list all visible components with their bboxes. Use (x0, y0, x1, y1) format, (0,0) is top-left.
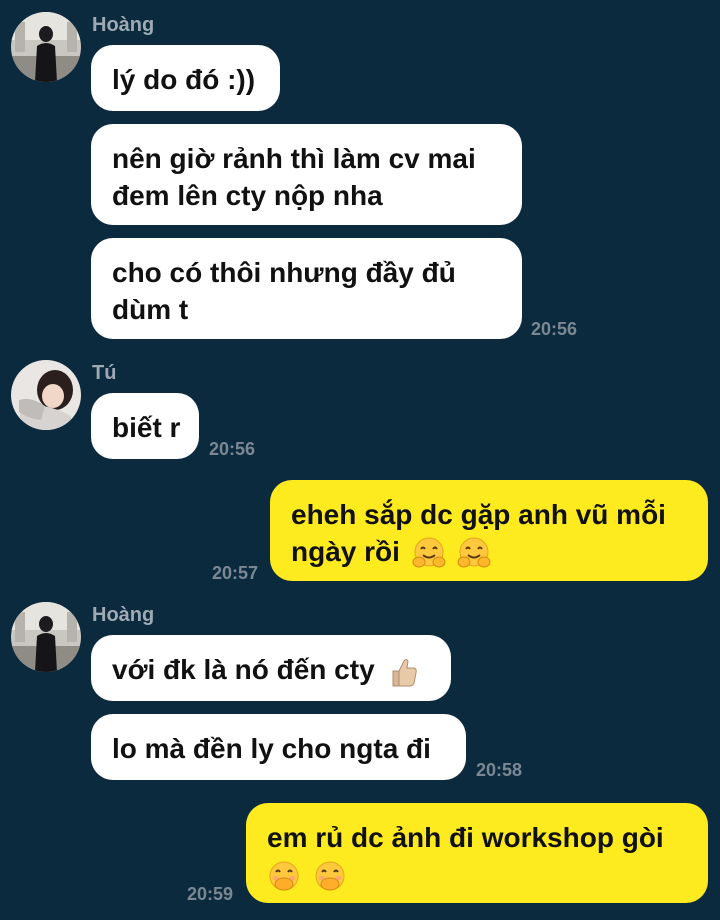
message-bubble[interactable]: nên giờ rảnh thì làm cv mai đem lên cty … (91, 124, 522, 225)
avatar-hoang[interactable] (11, 602, 81, 672)
sender-name: Hoàng (92, 604, 155, 626)
avatar-hoang[interactable] (11, 12, 81, 82)
thumbs-up-icon (386, 655, 420, 689)
sender-name: Hoàng (92, 14, 155, 36)
avatar-tu[interactable] (11, 360, 81, 430)
message-line: eheh sắp dc gặp anh vũ mỗi (291, 499, 666, 530)
sender-name: Tú (92, 362, 117, 384)
face-with-hand-over-mouth-icon (313, 860, 347, 894)
message-bubble[interactable]: biết r (91, 393, 199, 459)
message-bubble[interactable]: cho có thôi nhưng đầy đủ dùm t (91, 238, 522, 339)
message-timestamp: 20:56 (209, 439, 256, 459)
message-line: ngày rồi (291, 536, 400, 567)
message-line-with-emoji: ngày rồi (291, 533, 687, 571)
face-with-hand-over-mouth-icon (267, 860, 301, 894)
message-timestamp: 20:58 (476, 760, 523, 780)
message-timestamp: 20:57 (212, 563, 259, 583)
hugging-face-icon (412, 537, 446, 571)
message-timestamp: 20:56 (531, 319, 578, 339)
hugging-face-icon (457, 537, 491, 571)
message-line: với đk là nó đến cty (112, 654, 375, 685)
message-line: em rủ dc ảnh đi workshop gòi (267, 822, 664, 853)
message-bubble[interactable]: với đk là nó đến cty (91, 635, 451, 701)
outgoing-message-bubble[interactable]: em rủ dc ảnh đi workshop gòi (246, 803, 708, 903)
outgoing-message-bubble[interactable]: eheh sắp dc gặp anh vũ mỗi ngày rồi (270, 480, 708, 581)
message-timestamp: 20:59 (187, 884, 234, 904)
message-bubble[interactable]: lý do đó :)) (91, 45, 280, 111)
message-bubble[interactable]: lo mà đền ly cho ngta đi (91, 714, 466, 780)
emoji-row (267, 856, 687, 893)
